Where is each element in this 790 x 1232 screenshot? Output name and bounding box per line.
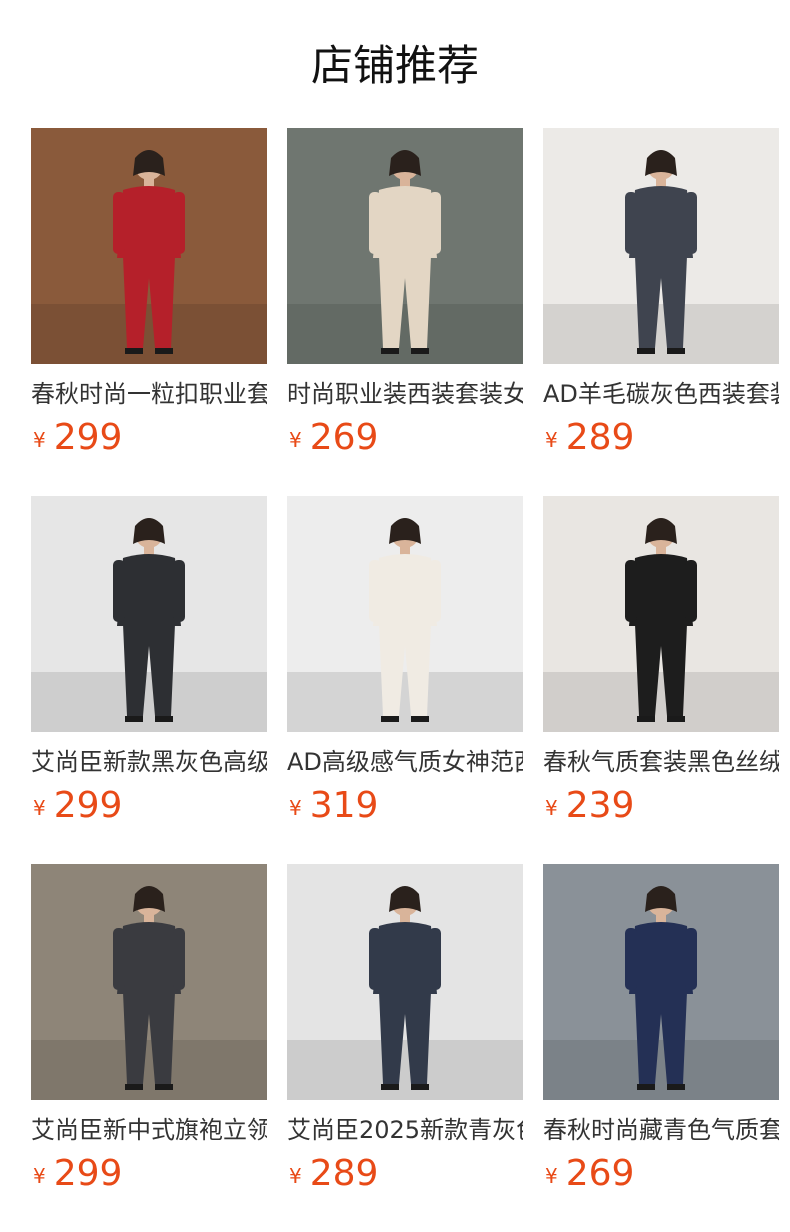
page-title: 店铺推荐	[310, 41, 479, 90]
black-suit-model-photo	[543, 496, 779, 732]
currency-symbol: ¥	[545, 1164, 558, 1188]
product-image[interactable]	[287, 496, 523, 732]
product-image[interactable]	[543, 128, 779, 364]
qipao-suit-photo	[31, 864, 267, 1100]
product-image[interactable]	[543, 496, 779, 732]
charcoal-suit-models-photo	[543, 128, 779, 364]
red-suit-model-photo	[31, 128, 267, 364]
product-price: ¥289	[545, 416, 634, 460]
product-price: ¥299	[33, 784, 122, 828]
product-card[interactable]: 艾尚臣新款黑灰色高级感 ¥299	[31, 496, 267, 836]
price-amount: 289	[565, 417, 635, 458]
product-card[interactable]: 艾尚臣2025新款青灰色 ¥289	[287, 864, 523, 1204]
product-price: ¥239	[545, 784, 634, 828]
product-name[interactable]: 艾尚臣2025新款青灰色	[287, 1114, 523, 1146]
product-name[interactable]: 艾尚臣新款黑灰色高级感	[31, 746, 267, 778]
currency-symbol: ¥	[545, 428, 558, 452]
product-card[interactable]: 春秋气质套装黑色丝绒 ¥239	[543, 496, 779, 836]
price-amount: 299	[53, 785, 123, 826]
cream-suit-model-photo	[287, 128, 523, 364]
currency-symbol: ¥	[289, 796, 302, 820]
currency-symbol: ¥	[33, 428, 46, 452]
product-name[interactable]: 春秋时尚一粒扣职业套装	[31, 378, 267, 410]
white-blazer-model-photo	[287, 496, 523, 732]
product-card[interactable]: AD高级感气质女神范西装 ¥319	[287, 496, 523, 836]
price-amount: 289	[309, 1153, 379, 1194]
product-card[interactable]: 春秋时尚藏青色气质套装 ¥269	[543, 864, 779, 1204]
price-amount: 299	[53, 417, 123, 458]
product-image[interactable]	[31, 864, 267, 1100]
price-amount: 269	[565, 1153, 635, 1194]
product-name[interactable]: 春秋气质套装黑色丝绒	[543, 746, 779, 778]
product-price: ¥299	[33, 1152, 122, 1196]
navy-peplum-suit-photo	[287, 864, 523, 1100]
price-amount: 319	[309, 785, 379, 826]
currency-symbol: ¥	[33, 796, 46, 820]
price-amount: 269	[309, 417, 379, 458]
product-price: ¥289	[289, 1152, 378, 1196]
product-price: ¥269	[289, 416, 378, 460]
product-name[interactable]: 艾尚臣新中式旗袍立领	[31, 1114, 267, 1146]
product-name[interactable]: 时尚职业装西装套装女	[287, 378, 523, 410]
price-amount: 299	[53, 1153, 123, 1194]
gray-dress-suit-photo	[31, 496, 267, 732]
product-card[interactable]: AD羊毛碳灰色西装套装 ¥289	[543, 128, 779, 468]
product-image[interactable]	[31, 496, 267, 732]
product-image[interactable]	[31, 128, 267, 364]
product-card[interactable]: 春秋时尚一粒扣职业套装 ¥299	[31, 128, 267, 468]
product-image[interactable]	[287, 128, 523, 364]
currency-symbol: ¥	[545, 796, 558, 820]
product-price: ¥319	[289, 784, 378, 828]
currency-symbol: ¥	[289, 1164, 302, 1188]
product-image[interactable]	[543, 864, 779, 1100]
product-price: ¥269	[545, 1152, 634, 1196]
product-image[interactable]	[287, 864, 523, 1100]
product-name[interactable]: AD羊毛碳灰色西装套装	[543, 378, 779, 410]
navy-suit-outdoor-photo	[543, 864, 779, 1100]
price-amount: 239	[565, 785, 635, 826]
currency-symbol: ¥	[33, 1164, 46, 1188]
currency-symbol: ¥	[289, 428, 302, 452]
product-name[interactable]: AD高级感气质女神范西装	[287, 746, 523, 778]
product-card[interactable]: 艾尚臣新中式旗袍立领 ¥299	[31, 864, 267, 1204]
product-card[interactable]: 时尚职业装西装套装女 ¥269	[287, 128, 523, 468]
product-price: ¥299	[33, 416, 122, 460]
product-name[interactable]: 春秋时尚藏青色气质套装	[543, 1114, 779, 1146]
